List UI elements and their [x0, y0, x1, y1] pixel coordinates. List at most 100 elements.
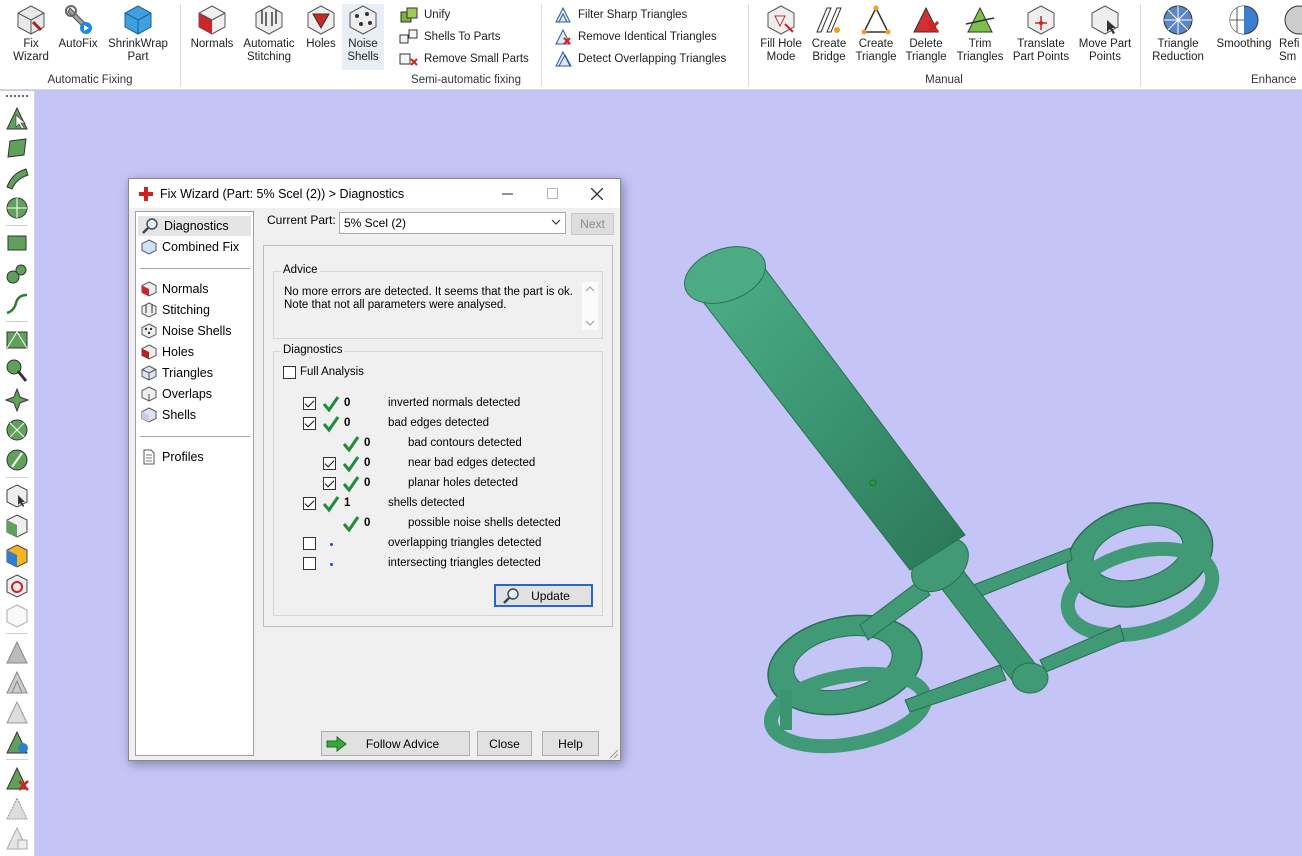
- nav-item-holes[interactable]: Holes: [138, 342, 251, 362]
- holes-label: Holes: [306, 38, 336, 50]
- fill-hole-mode-button[interactable]: Fill Hole Mode: [755, 4, 807, 70]
- toolbar-grip[interactable]: [6, 95, 28, 97]
- diagnostics-row-checkbox[interactable]: [303, 537, 316, 550]
- refine-smooth-button[interactable]: Refi Sm: [1279, 4, 1302, 70]
- shells-to-parts-button[interactable]: Shells To Parts: [399, 27, 501, 47]
- advice-line: Note that not all parameters were analys…: [284, 299, 507, 311]
- magnifier-icon: [503, 588, 519, 604]
- grey-triangle-shrink-icon[interactable]: [4, 699, 30, 725]
- grey-triangle-copy-icon[interactable]: [4, 825, 30, 851]
- unify-button[interactable]: Unify: [399, 5, 450, 25]
- select-part-color-icon[interactable]: [4, 543, 30, 569]
- translate-part-points-label: Translate Part Points: [1012, 38, 1070, 63]
- resize-grip-icon[interactable]: [609, 749, 619, 759]
- delete-triangle-button[interactable]: Delete Triangle: [903, 4, 949, 70]
- diagnostics-count: 0: [364, 437, 371, 449]
- create-triangle-button[interactable]: Create Triangle: [853, 4, 899, 70]
- part-model[interactable]: [677, 236, 1225, 757]
- select-sphere-icon[interactable]: [4, 195, 30, 221]
- help-label: Help: [558, 736, 583, 751]
- nav-item-noise-shells[interactable]: Noise Shells: [138, 321, 251, 341]
- grey-triangle-select-icon[interactable]: [4, 639, 30, 665]
- diagnostics-row-checkbox[interactable]: [303, 497, 316, 510]
- current-part-value: 5% Scel (2): [344, 216, 407, 230]
- help-button[interactable]: Help: [542, 731, 599, 756]
- diagnostics-row-checkbox[interactable]: [323, 457, 336, 470]
- trim-triangles-button[interactable]: Trim Triangles: [953, 4, 1007, 70]
- fix-wizard-label: Fix Wizard: [13, 38, 49, 63]
- select-surface-icon[interactable]: [4, 135, 30, 161]
- refine-icon: [1284, 5, 1302, 35]
- follow-advice-button[interactable]: Follow Advice: [321, 731, 470, 756]
- diagnostics-text: shells detected: [388, 497, 465, 509]
- polyline-select-icon[interactable]: [4, 291, 30, 317]
- select-cylinder-icon[interactable]: [4, 417, 30, 443]
- remove-small-parts-button[interactable]: Remove Small Parts: [399, 49, 529, 69]
- diagnostics-row-checkbox[interactable]: [303, 557, 316, 570]
- automatic-stitching-button[interactable]: Automatic Stitching: [239, 4, 299, 70]
- advice-scrollbar[interactable]: [582, 282, 598, 330]
- part-outline-icon[interactable]: [4, 603, 30, 629]
- nav-item-triangles[interactable]: Triangles: [138, 363, 251, 383]
- holes-button[interactable]: Holes: [301, 4, 341, 70]
- rectangle-select-icon[interactable]: [4, 231, 30, 257]
- close-window-button[interactable]: [574, 179, 620, 208]
- shrinkwrap-part-button[interactable]: ShrinkWrap Part: [104, 4, 172, 70]
- nav-item-shells[interactable]: Shells: [138, 405, 251, 425]
- delete-selection-icon[interactable]: [4, 765, 30, 791]
- nav-item-diagnostics[interactable]: Diagnostics: [138, 216, 251, 236]
- nav-item-normals[interactable]: Normals: [138, 279, 251, 299]
- diagnostics-legend: Diagnostics: [281, 344, 345, 356]
- noise-shells-button[interactable]: Noise Shells: [342, 4, 384, 70]
- nav-label: Triangles: [162, 366, 213, 380]
- diagnostics-row-checkbox[interactable]: [303, 417, 316, 430]
- detect-overlapping-triangles-button[interactable]: Detect Overlapping Triangles: [553, 49, 726, 69]
- smoothing-label: Smoothing: [1216, 38, 1272, 50]
- delete-triangle-label: Delete Triangle: [905, 38, 947, 63]
- nav-item-profiles[interactable]: Profiles: [138, 447, 251, 467]
- next-button[interactable]: Next: [571, 213, 614, 235]
- grey-triangle-icon[interactable]: [4, 795, 30, 821]
- triangle-reduction-button[interactable]: Triangle Reduction: [1145, 4, 1211, 70]
- select-triangle-icon[interactable]: [4, 105, 30, 131]
- diagnostics-row-checkbox[interactable]: [303, 397, 316, 410]
- diagnostics-count: 1: [344, 497, 351, 509]
- advice-group: Advice No more errors are detected. It s…: [273, 264, 603, 339]
- create-bridge-button[interactable]: Create Bridge: [807, 4, 851, 70]
- grey-triangle-expand-icon[interactable]: [4, 669, 30, 695]
- select-part-green-icon[interactable]: [4, 513, 30, 539]
- select-flat-icon[interactable]: [4, 327, 30, 353]
- full-analysis-checkbox[interactable]: [283, 366, 296, 379]
- translate-part-points-button[interactable]: Translate Part Points: [1009, 4, 1073, 70]
- remove-identical-triangles-button[interactable]: Remove Identical Triangles: [553, 27, 717, 47]
- filter-sharp-triangles-button[interactable]: Filter Sharp Triangles: [553, 5, 687, 25]
- delete-triangle-icon: [913, 6, 940, 34]
- update-button[interactable]: Update: [494, 584, 593, 607]
- remove-small-parts-label: Remove Small Parts: [424, 53, 529, 65]
- nav-label: Normals: [162, 282, 209, 296]
- select-planar-icon[interactable]: [4, 387, 30, 413]
- nav-item-combined-fix[interactable]: Combined Fix: [138, 237, 251, 257]
- close-button[interactable]: Close: [477, 731, 532, 756]
- select-part-icon[interactable]: [4, 483, 30, 509]
- advice-line: No more errors are detected. It seems th…: [284, 286, 573, 298]
- autofix-button[interactable]: AutoFix: [56, 4, 100, 70]
- select-wave-icon[interactable]: [4, 447, 30, 473]
- minimize-button[interactable]: [484, 179, 530, 208]
- deselect-part-icon[interactable]: [4, 573, 30, 599]
- smoothing-button[interactable]: Smoothing: [1213, 4, 1275, 70]
- maximize-button[interactable]: [529, 179, 575, 208]
- current-part-select[interactable]: 5% Scel (2): [339, 212, 566, 234]
- nav-item-stitching[interactable]: Stitching: [138, 300, 251, 320]
- fix-wizard-button[interactable]: Fix Wizard: [6, 4, 56, 70]
- move-part-points-button[interactable]: Move Part Points: [1075, 4, 1135, 70]
- nav-item-overlaps[interactable]: Overlaps: [138, 384, 251, 404]
- triangle-globe-icon[interactable]: [4, 729, 30, 755]
- select-brush-icon[interactable]: [4, 357, 30, 383]
- select-shell-icon[interactable]: [4, 165, 30, 191]
- normals-button[interactable]: Normals: [189, 4, 235, 70]
- diagnostics-row-checkbox[interactable]: [323, 477, 336, 490]
- lasso-select-icon[interactable]: [4, 261, 30, 287]
- diagnostics-text: near bad edges detected: [408, 457, 536, 469]
- dialog-titlebar[interactable]: Fix Wizard (Part: 5% Scel (2)) > Diagnos…: [129, 179, 620, 208]
